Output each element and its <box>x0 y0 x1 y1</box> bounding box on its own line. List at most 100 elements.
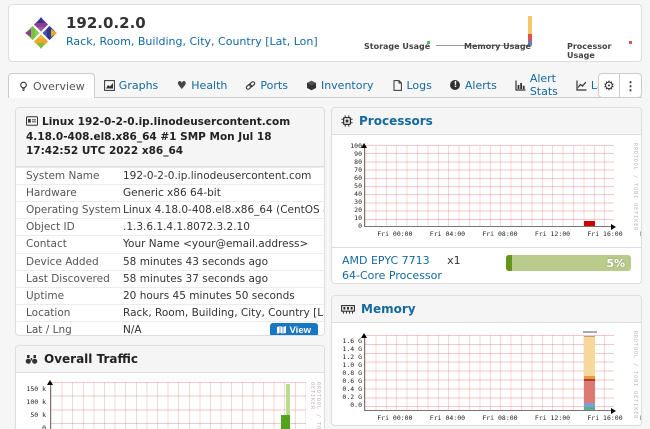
table-row: System Name192-0-2-0.ip.linodeuserconten… <box>16 167 324 184</box>
tab-alert-stats[interactable]: Alert Stats <box>506 73 567 97</box>
tab-label: Alert Stats <box>530 72 558 98</box>
tab-label: Inventory <box>321 79 374 92</box>
tab-overview[interactable]: Overview <box>8 73 95 98</box>
tab-logs[interactable]: Logs <box>383 73 441 97</box>
table-row: LocationRack, Room, Building, City, Coun… <box>16 304 324 321</box>
panel-title: Overall Traffic <box>44 352 138 366</box>
file-icon <box>392 80 403 91</box>
cpu-usage-percent: 5% <box>606 255 625 271</box>
tab-label: Overview <box>33 80 85 93</box>
storage-usage-minigraph[interactable] <box>427 41 430 44</box>
line-chart-icon <box>576 80 587 91</box>
row-value: .1.3.6.1.4.1.8072.3.2.10 <box>123 221 250 233</box>
tab-ports[interactable]: Ports <box>236 73 297 97</box>
row-value: 58 minutes 43 seconds ago <box>123 256 268 268</box>
memory-panel: Memory 1.6 G 1.4 G 1.2 G 1.0 G 0.8 G 0.6… <box>331 295 642 426</box>
table-row: HardwareGeneric x86 64-bit <box>16 184 324 201</box>
overall-traffic-panel: Overall Traffic 150 k 100 k 50 k 0 RRDTO… <box>15 345 325 429</box>
cpu-list-row: AMD EPYC 7713 x1 64-Core Processor 5% <box>332 247 641 283</box>
processor-usage-label: Processor Usage <box>567 42 641 60</box>
processors-plot <box>364 145 614 227</box>
area-chart-icon <box>104 80 115 91</box>
row-label: Location <box>26 307 123 319</box>
tab-inventory[interactable]: Inventory <box>297 73 383 97</box>
processor-usage-minigraph[interactable] <box>629 41 632 44</box>
bar-chart-icon <box>515 80 526 91</box>
row-value: Your Name <your@email.address> <box>123 238 308 250</box>
view-button-label: View <box>290 325 311 336</box>
device-location-link[interactable]: Rack, Room, Building, City, Country [Lat… <box>66 35 318 48</box>
memory-plot <box>364 335 614 411</box>
traffic-plot <box>50 382 306 429</box>
row-label: Object ID <box>26 221 123 233</box>
row-value: N/A <box>123 324 142 336</box>
table-row: Object ID.1.3.6.1.4.1.8072.3.2.10 <box>16 218 324 235</box>
tab-label: Alerts <box>465 79 497 92</box>
tab-label: Ports <box>260 79 288 92</box>
more-options-button[interactable]: ⋮ <box>620 73 642 98</box>
system-info-panel: Linux 192-0-2-0.ip.linodeusercontent.com… <box>15 107 325 336</box>
memory-usage-spike <box>528 16 532 45</box>
binoculars-icon <box>25 354 38 365</box>
row-label: Hardware <box>26 187 123 199</box>
table-row: Last Discovered58 minutes 37 seconds ago <box>16 270 324 287</box>
processors-graph[interactable]: 100 90 80 70 60 50 40 30 20 10 0 Fri 00:… <box>332 135 641 247</box>
processors-panel: Processors 100 90 80 70 60 50 40 30 20 1… <box>331 107 642 284</box>
panel-title: Memory <box>361 302 416 316</box>
centos-logo-icon <box>23 15 59 55</box>
tab-health[interactable]: ♥ Health <box>167 73 236 97</box>
row-value: Linux 4.18.0-408.el8.x86_64 (CentOS 8) <box>123 204 325 216</box>
memory-total-line <box>583 331 597 333</box>
rrdtool-watermark: RRDTOOL / TOBI OETIKER <box>309 382 321 429</box>
table-row: ContactYour Name <your@email.address> <box>16 235 324 252</box>
row-label: Last Discovered <box>26 273 123 285</box>
lightbulb-icon <box>18 81 29 92</box>
system-heading: Linux 192-0-2-0.ip.linodeusercontent.com… <box>16 108 324 167</box>
row-label: Lat / Lng <box>26 324 123 336</box>
row-label: Operating System <box>26 204 123 216</box>
cpu-usage-bar <box>584 221 595 226</box>
kebab-menu-icon: ⋮ <box>625 79 637 93</box>
tab-graphs[interactable]: Graphs <box>95 73 167 97</box>
panel-title: Processors <box>359 114 433 128</box>
storage-usage-label: Storage Usage <box>364 42 430 51</box>
memory-stacked-bar <box>584 336 595 410</box>
page: 192.0.2.0 Rack, Room, Building, City, Co… <box>0 0 650 429</box>
map-icon <box>277 326 286 334</box>
row-value: 20 hours 45 minutes 50 seconds <box>123 290 295 302</box>
alert-circle-icon: ! <box>450 80 461 91</box>
memory-usage-label: Memory Usage <box>464 42 531 51</box>
row-label: Device Added <box>26 256 123 268</box>
tab-notes[interactable]: Notes <box>643 73 650 97</box>
tab-label: Graphs <box>119 79 158 92</box>
row-label: System Name <box>26 170 123 182</box>
server-card-icon <box>26 116 38 126</box>
gear-icon: ⚙ <box>603 78 615 94</box>
table-row: Device Added58 minutes 43 seconds ago <box>16 253 324 270</box>
tab-actions: ⚙ ⋮ <box>598 73 642 98</box>
table-row: Lat / Lng N/A View <box>16 321 324 336</box>
settings-gear-button[interactable]: ⚙ <box>598 73 620 98</box>
traffic-graph[interactable]: 150 k 100 k 50 k 0 RRDTOOL / TOBI OETIKE… <box>16 372 324 429</box>
system-heading-text: Linux 192-0-2-0.ip.linodeusercontent.com… <box>26 116 290 157</box>
view-map-button[interactable]: View <box>270 323 318 336</box>
cpu-usage-progressbar: 5% <box>506 255 631 271</box>
device-title: 192.0.2.0 <box>66 14 146 32</box>
rrdtool-watermark: RRDTOOL / TOBI OETIKER <box>632 143 638 231</box>
tab-alerts[interactable]: ! Alerts <box>441 73 506 97</box>
row-label: Contact <box>26 238 123 250</box>
device-tabs: Overview Graphs ♥ Health Ports Inventory <box>8 73 642 98</box>
cpu-count: x1 <box>447 254 461 267</box>
link-icon <box>245 80 256 91</box>
cpu-name-link[interactable]: AMD EPYC 7713 <box>342 254 430 267</box>
row-value: 58 minutes 37 seconds ago <box>123 273 268 285</box>
tab-label: Health <box>191 79 227 92</box>
row-value: Rack, Room, Building, City, Country [Lat… <box>123 307 325 319</box>
cpu-usage-fill <box>506 255 512 271</box>
device-header: 192.0.2.0 Rack, Room, Building, City, Co… <box>8 4 642 62</box>
table-row: Operating SystemLinux 4.18.0-408.el8.x86… <box>16 201 324 218</box>
cpu-desc-link[interactable]: 64-Core Processor <box>342 269 442 282</box>
row-value: 192-0-2-0.ip.linodeusercontent.com <box>123 170 311 182</box>
memory-graph[interactable]: 1.6 G 1.4 G 1.2 G 1.0 G 0.8 G 0.6 G 0.4 … <box>332 323 641 426</box>
tab-label: Logs <box>407 79 432 92</box>
